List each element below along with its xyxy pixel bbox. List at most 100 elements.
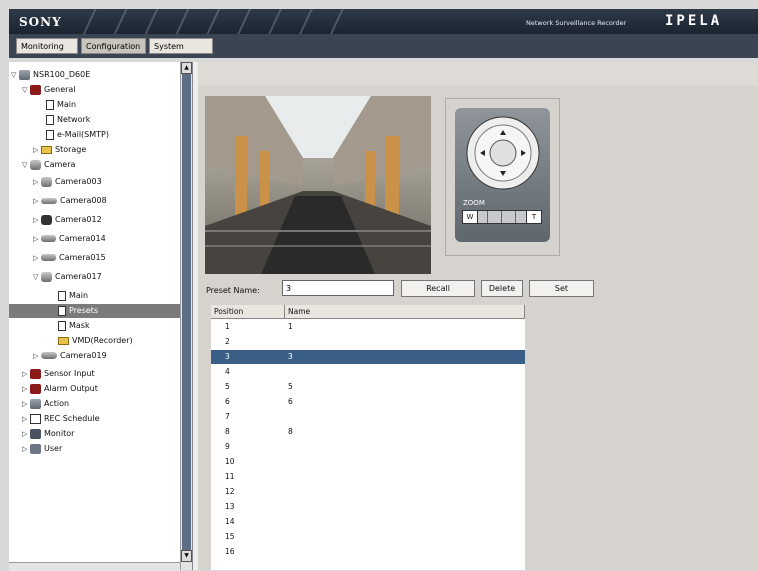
row-position: 10 xyxy=(225,457,235,466)
recall-button[interactable]: Recall xyxy=(401,280,475,297)
tab-configuration[interactable]: Configuration xyxy=(81,38,146,54)
table-row[interactable]: 88 xyxy=(211,425,525,439)
tree-network[interactable]: Network xyxy=(46,113,90,127)
camera-icon xyxy=(41,214,52,225)
preset-name-input[interactable] xyxy=(282,280,394,296)
collapse-arrow-icon[interactable]: ▷ xyxy=(33,251,41,265)
tree-vmd[interactable]: VMD(Recorder) xyxy=(58,334,133,348)
tree-general[interactable]: ▽ General xyxy=(22,83,76,97)
tree-camera008[interactable]: ▷ Camera008 xyxy=(33,194,107,208)
table-row-selected[interactable]: 33 xyxy=(211,350,525,364)
tree-user[interactable]: ▷ User xyxy=(22,442,62,456)
set-button[interactable]: Set xyxy=(529,280,594,297)
collapse-arrow-icon[interactable]: ▷ xyxy=(33,194,41,208)
table-row[interactable]: 13 xyxy=(211,500,525,514)
table-row[interactable]: 11 xyxy=(211,320,525,334)
tree-camera019[interactable]: ▷ Camera019 xyxy=(33,349,107,363)
tab-system[interactable]: System xyxy=(149,38,213,54)
tree-item-label: Camera003 xyxy=(55,177,102,186)
table-row[interactable]: 55 xyxy=(211,380,525,394)
zoom-tick xyxy=(515,211,516,223)
folder-icon xyxy=(58,336,69,345)
tree-item-label: Monitor xyxy=(44,429,75,438)
row-position: 5 xyxy=(225,382,230,391)
tree-email[interactable]: e-Mail(SMTP) xyxy=(46,128,109,142)
expand-arrow-icon[interactable]: ▽ xyxy=(22,83,30,97)
table-row[interactable]: 66 xyxy=(211,395,525,409)
tree-camera014[interactable]: ▷ Camera014 xyxy=(33,232,106,246)
tree-alarm-output[interactable]: ▷ Alarm Output xyxy=(22,382,98,396)
tree-action[interactable]: ▷ Action xyxy=(22,397,69,411)
camera-live-view[interactable] xyxy=(205,96,431,274)
tree-storage[interactable]: ▷ Storage xyxy=(33,143,86,157)
camera-icon xyxy=(41,352,57,359)
collapse-arrow-icon[interactable]: ▷ xyxy=(22,367,30,381)
scroll-down-icon[interactable]: ▼ xyxy=(181,550,192,562)
collapse-arrow-icon[interactable]: ▷ xyxy=(22,412,30,426)
tree-general-main[interactable]: Main xyxy=(46,98,76,112)
collapse-arrow-icon[interactable]: ▷ xyxy=(22,442,30,456)
table-row[interactable]: 2 xyxy=(211,335,525,349)
table-row[interactable]: 9 xyxy=(211,440,525,454)
delete-button[interactable]: Delete xyxy=(481,280,523,297)
tree-monitor[interactable]: ▷ Monitor xyxy=(22,427,74,441)
recorder-icon xyxy=(19,69,30,80)
zoom-tele-button[interactable]: T xyxy=(526,211,541,223)
row-position: 3 xyxy=(225,352,230,361)
tree-root-label: NSR100_D60E xyxy=(33,70,91,79)
expand-arrow-icon[interactable]: ▽ xyxy=(33,270,41,284)
tree-camera017[interactable]: ▽ Camera017 xyxy=(33,270,102,284)
scroll-up-icon[interactable]: ▲ xyxy=(181,62,192,74)
tree-mask[interactable]: Mask xyxy=(58,319,90,333)
direction-pad-icon[interactable] xyxy=(455,108,550,198)
row-position: 2 xyxy=(225,337,230,346)
page-icon xyxy=(46,99,54,110)
table-row[interactable]: 4 xyxy=(211,365,525,379)
content-toolbar xyxy=(198,62,758,86)
app-header: SONY Network Surveillance Recorder IPELA xyxy=(9,9,758,34)
header-decoration xyxy=(79,9,349,34)
tree-camera012[interactable]: ▷ Camera012 xyxy=(33,213,102,227)
preset-table: Position Name 11 2 33 4 55 66 7 88 9 10 … xyxy=(211,305,525,570)
table-row[interactable]: 16 xyxy=(211,545,525,559)
user-icon xyxy=(30,443,41,454)
row-name: 3 xyxy=(288,352,293,361)
column-header-name[interactable]: Name xyxy=(285,305,525,319)
collapse-arrow-icon[interactable]: ▷ xyxy=(22,382,30,396)
table-row[interactable]: 15 xyxy=(211,530,525,544)
collapse-arrow-icon[interactable]: ▷ xyxy=(33,349,41,363)
zoom-slider[interactable]: W T xyxy=(462,210,542,224)
tree-sensor-input[interactable]: ▷ Sensor Input xyxy=(22,367,95,381)
table-row[interactable]: 7 xyxy=(211,410,525,424)
collapse-arrow-icon[interactable]: ▷ xyxy=(33,175,41,189)
collapse-arrow-icon[interactable]: ▷ xyxy=(22,427,30,441)
row-position: 11 xyxy=(225,472,235,481)
tab-monitoring[interactable]: Monitoring xyxy=(16,38,78,54)
row-position: 8 xyxy=(225,427,230,436)
tree-camera003[interactable]: ▷ Camera003 xyxy=(33,175,102,189)
sensor-icon xyxy=(30,368,41,379)
tree-root[interactable]: ▽ NSR100_D60E xyxy=(11,68,90,82)
table-row[interactable]: 10 xyxy=(211,455,525,469)
page-icon xyxy=(58,305,66,316)
collapse-arrow-icon[interactable]: ▷ xyxy=(22,397,30,411)
collapse-arrow-icon[interactable]: ▷ xyxy=(33,213,41,227)
tree-item-label: Camera017 xyxy=(55,272,102,281)
expand-arrow-icon[interactable]: ▽ xyxy=(22,158,30,172)
tree-camera015[interactable]: ▷ Camera015 xyxy=(33,251,106,265)
collapse-arrow-icon[interactable]: ▷ xyxy=(33,143,41,157)
tree-cam17-main[interactable]: Main xyxy=(58,289,88,303)
scroll-thumb[interactable] xyxy=(182,74,191,558)
table-row[interactable]: 11 xyxy=(211,470,525,484)
tree-camera[interactable]: ▽ Camera xyxy=(22,158,75,172)
expand-arrow-icon[interactable]: ▽ xyxy=(11,68,19,82)
zoom-wide-button[interactable]: W xyxy=(463,211,478,223)
column-header-position[interactable]: Position xyxy=(211,305,285,319)
table-row[interactable]: 12 xyxy=(211,485,525,499)
table-row[interactable]: 14 xyxy=(211,515,525,529)
tree-rec-schedule[interactable]: ▷ REC Schedule xyxy=(22,412,100,426)
row-position: 16 xyxy=(225,547,235,556)
tree-vertical-scrollbar[interactable]: ▲ ▼ xyxy=(180,62,192,570)
tree-presets[interactable]: Presets xyxy=(58,304,98,318)
collapse-arrow-icon[interactable]: ▷ xyxy=(33,232,41,246)
